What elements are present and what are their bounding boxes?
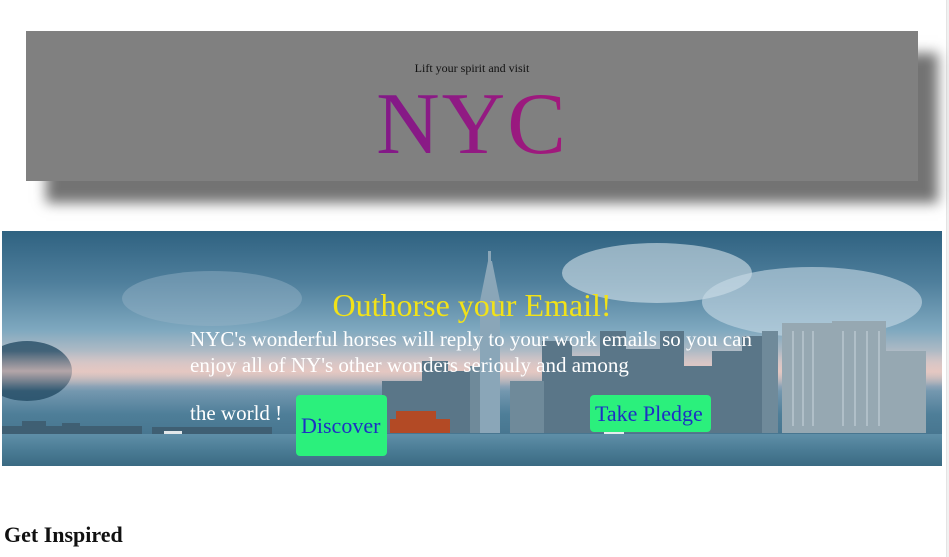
header-title: NYC (26, 81, 918, 169)
page: Lift your spirit and visit NYC Outhorse … (0, 0, 949, 557)
hero-title: Outhorse your Email! (332, 287, 612, 323)
hero-description-tail: the world ! (190, 401, 283, 425)
hero-description: NYC's wonderful horses will reply to you… (190, 327, 752, 377)
harbor-water (2, 434, 942, 466)
hero-banner: Outhorse your Email! NYC's wonderful hor… (2, 231, 942, 466)
discover-button[interactable]: Discover (296, 395, 387, 456)
get-inspired-heading: Get Inspired (4, 522, 123, 547)
header-banner: Lift your spirit and visit NYC (26, 31, 918, 181)
header-tagline: Lift your spirit and visit (414, 61, 530, 75)
take-pledge-button[interactable]: Take Pledge (590, 395, 711, 432)
